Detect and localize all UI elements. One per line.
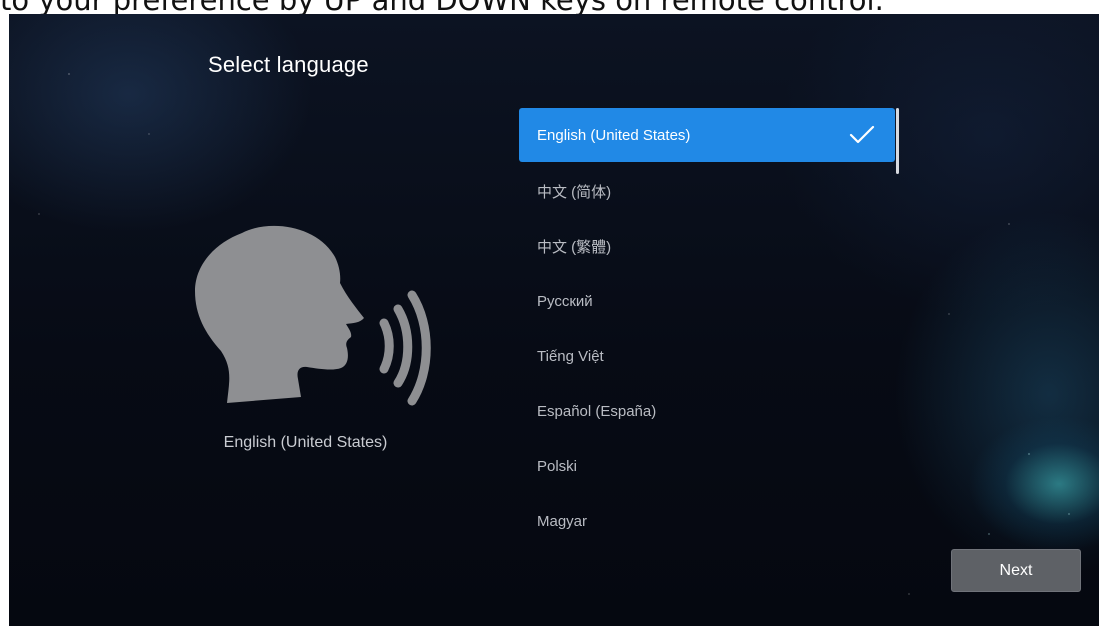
language-list: English (United States) 中文 (简体) 中文 (繁體) … bbox=[519, 108, 897, 568]
language-item-chinese-simplified[interactable]: 中文 (简体) bbox=[519, 164, 895, 218]
language-item-polish[interactable]: Polski bbox=[519, 439, 895, 493]
next-button[interactable]: Next bbox=[951, 549, 1081, 592]
language-item-vietnamese[interactable]: Tiếng Việt bbox=[519, 329, 895, 383]
language-setup-screen: Select language English (United States) … bbox=[9, 14, 1099, 626]
language-label: Español (España) bbox=[537, 402, 657, 420]
language-label: Magyar bbox=[537, 512, 588, 530]
page-title: Select language bbox=[208, 52, 369, 77]
language-label: 中文 (简体) bbox=[537, 183, 612, 201]
language-label: 中文 (繁體) bbox=[537, 238, 612, 256]
language-item-hungarian[interactable]: Magyar bbox=[519, 494, 895, 548]
checkmark-icon bbox=[849, 125, 875, 144]
language-label: Русский bbox=[537, 292, 593, 310]
language-item-english-us[interactable]: English (United States) bbox=[519, 108, 895, 162]
language-label: Tiếng Việt bbox=[537, 347, 604, 365]
language-list-scrollbar[interactable] bbox=[896, 108, 899, 174]
language-item-russian[interactable]: Русский bbox=[519, 274, 895, 328]
language-label: English (United States) bbox=[537, 126, 691, 144]
language-item-chinese-traditional[interactable]: 中文 (繁體) bbox=[519, 219, 895, 273]
current-language-label: English (United States) bbox=[223, 434, 388, 451]
language-label: Polski bbox=[537, 457, 578, 475]
instruction-caption: to your preference by UP and DOWN keys o… bbox=[0, 0, 1103, 14]
speaking-head-icon bbox=[195, 225, 431, 406]
language-item-spanish-spain[interactable]: Español (España) bbox=[519, 384, 895, 438]
